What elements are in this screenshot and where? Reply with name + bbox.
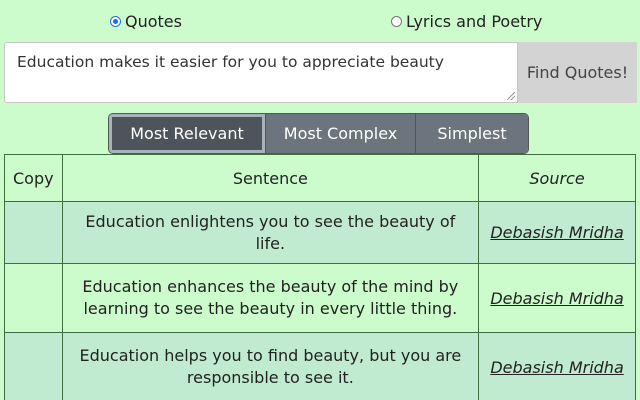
source-cell: Debasish Mridha bbox=[478, 263, 636, 333]
sort-most-complex-button[interactable]: Most Complex bbox=[266, 114, 416, 153]
sentence-cell: Education enlightens you to see the beau… bbox=[61, 201, 480, 264]
radio-quotes-indicator[interactable] bbox=[110, 16, 121, 27]
sentence-column-header: Sentence bbox=[61, 154, 480, 202]
radio-lyrics-label: Lyrics and Poetry bbox=[406, 12, 543, 31]
copy-cell[interactable] bbox=[4, 263, 63, 333]
table-header-row: Copy Sentence Source bbox=[4, 154, 636, 202]
source-column-header: Source bbox=[478, 154, 636, 202]
results-table: Copy Sentence Source Education enlighten… bbox=[4, 154, 636, 400]
radio-quotes-label: Quotes bbox=[125, 12, 182, 31]
table-row: Education helps you to find beauty, but … bbox=[4, 332, 636, 400]
sort-most-relevant-button[interactable]: Most Relevant bbox=[109, 114, 266, 153]
source-link[interactable]: Debasish Mridha bbox=[490, 223, 623, 242]
sort-button-group: Most Relevant Most Complex Simplest bbox=[108, 113, 529, 154]
radio-lyrics-and-poetry[interactable]: Lyrics and Poetry bbox=[391, 12, 542, 31]
radio-quotes[interactable]: Quotes bbox=[110, 12, 182, 31]
copy-cell[interactable] bbox=[4, 332, 63, 400]
resize-grip-icon[interactable] bbox=[507, 92, 515, 100]
copy-column-header: Copy bbox=[4, 154, 63, 202]
app-root: Quotes Lyrics and Poetry Education makes… bbox=[0, 0, 640, 400]
search-type-selector: Quotes Lyrics and Poetry bbox=[0, 12, 640, 34]
query-textarea[interactable]: Education makes it easier for you to app… bbox=[4, 42, 518, 103]
sentence-cell: Education helps you to find beauty, but … bbox=[61, 332, 480, 400]
sort-simplest-button[interactable]: Simplest bbox=[416, 114, 528, 153]
copy-cell[interactable] bbox=[4, 201, 63, 264]
table-row: Education enlightens you to see the beau… bbox=[4, 201, 636, 264]
radio-lyrics-indicator[interactable] bbox=[391, 16, 402, 27]
source-cell: Debasish Mridha bbox=[478, 201, 636, 264]
source-link[interactable]: Debasish Mridha bbox=[490, 358, 623, 377]
find-quotes-button[interactable]: Find Quotes! bbox=[518, 42, 637, 103]
query-text: Education makes it easier for you to app… bbox=[17, 53, 444, 71]
source-link[interactable]: Debasish Mridha bbox=[490, 289, 623, 308]
sentence-cell: Education enhances the beauty of the min… bbox=[61, 263, 480, 333]
table-row: Education enhances the beauty of the min… bbox=[4, 263, 636, 333]
source-cell: Debasish Mridha bbox=[478, 332, 636, 400]
